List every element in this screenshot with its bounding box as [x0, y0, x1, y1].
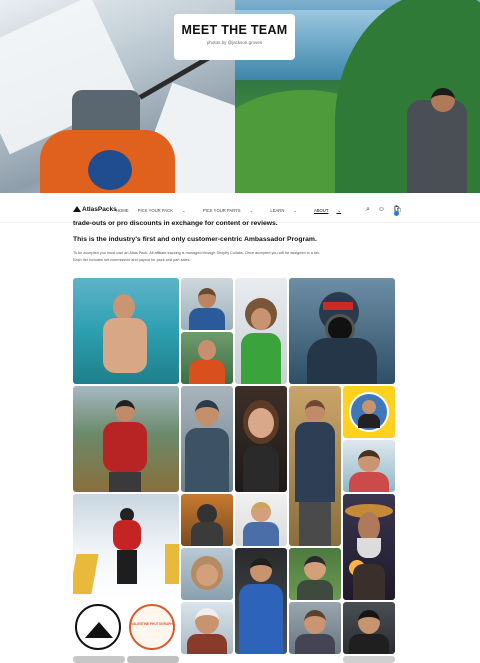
team-photo[interactable]	[343, 656, 395, 663]
hero-banner: MEET THE TEAM photos by @jackson.groves	[0, 0, 480, 193]
discount-text: trade-outs or pro discounts in exchange …	[73, 220, 278, 227]
photo-credit: photos by @jackson.groves	[206, 40, 263, 45]
team-photo[interactable]	[235, 494, 287, 546]
program-statement: This is the industry's first and only cu…	[73, 236, 317, 243]
chevron-down-icon: ⌄	[182, 208, 186, 213]
team-photo[interactable]	[73, 386, 179, 492]
team-photo[interactable]	[289, 386, 341, 546]
team-photo[interactable]	[343, 602, 395, 654]
team-photo[interactable]: VALENTINE PHOTOGRAPHY	[127, 602, 179, 654]
main-nav: HOME PICK YOUR PACK ⌄ PICK YOUR PARTS ⌄ …	[116, 208, 357, 213]
page-title: MEET THE TEAM	[181, 23, 288, 37]
team-photo[interactable]	[73, 602, 125, 654]
team-photo[interactable]	[289, 602, 341, 654]
acceptance-note: To be accepted you must own an Atlas Pac…	[73, 251, 321, 255]
chevron-down-icon: ⌄	[337, 208, 342, 213]
team-photo[interactable]	[73, 494, 179, 600]
team-photo[interactable]	[235, 278, 287, 384]
team-photo[interactable]	[181, 602, 233, 654]
team-photo[interactable]	[181, 548, 233, 600]
header-icons: ⌕ ☺ 🛍	[366, 205, 408, 214]
account-icon[interactable]: ☺	[378, 206, 385, 213]
nav-pick-your-pack[interactable]: PICK YOUR PACK ⌄	[138, 208, 194, 213]
team-photo[interactable]	[181, 386, 233, 492]
ambassador-intro: trade-outs or pro discounts in exchange …	[73, 219, 403, 228]
mountain-logo-icon	[73, 206, 81, 212]
team-photo[interactable]	[181, 494, 233, 546]
team-photo[interactable]	[181, 278, 233, 330]
team-photo[interactable]	[235, 386, 287, 492]
team-photo[interactable]	[343, 386, 395, 438]
team-photo[interactable]	[343, 494, 395, 600]
team-photo[interactable]	[289, 278, 395, 384]
team-photo[interactable]	[289, 548, 341, 600]
team-photo[interactable]	[73, 656, 125, 663]
team-photo[interactable]	[127, 656, 179, 663]
nav-learn[interactable]: LEARN ⌄	[270, 208, 305, 213]
nav-home[interactable]: HOME	[116, 208, 129, 213]
logo[interactable]: AtlasPacks	[73, 206, 117, 213]
team-photo[interactable]	[73, 278, 179, 384]
chevron-down-icon: ⌄	[293, 208, 298, 213]
team-photo[interactable]	[235, 548, 287, 654]
chevron-down-icon: ⌄	[249, 208, 254, 213]
cart-count-badge	[394, 211, 399, 216]
logo-text: AtlasPacks	[82, 206, 117, 213]
nav-pick-your-parts[interactable]: PICK YOUR PARTS ⌄	[203, 208, 261, 213]
valentine-photography-logo	[129, 604, 175, 650]
team-photo[interactable]	[343, 440, 395, 492]
hero-title-card: MEET THE TEAM photos by @jackson.groves	[174, 14, 295, 60]
team-photo[interactable]	[181, 332, 233, 384]
tier-note: Each tier includes set commission and pa…	[73, 258, 191, 262]
search-icon[interactable]: ⌕	[366, 206, 370, 213]
valentine-logo-text: VALENTINE PHOTOGRAPHY	[131, 622, 175, 626]
nav-about[interactable]: ABOUT ⌄	[314, 208, 349, 213]
